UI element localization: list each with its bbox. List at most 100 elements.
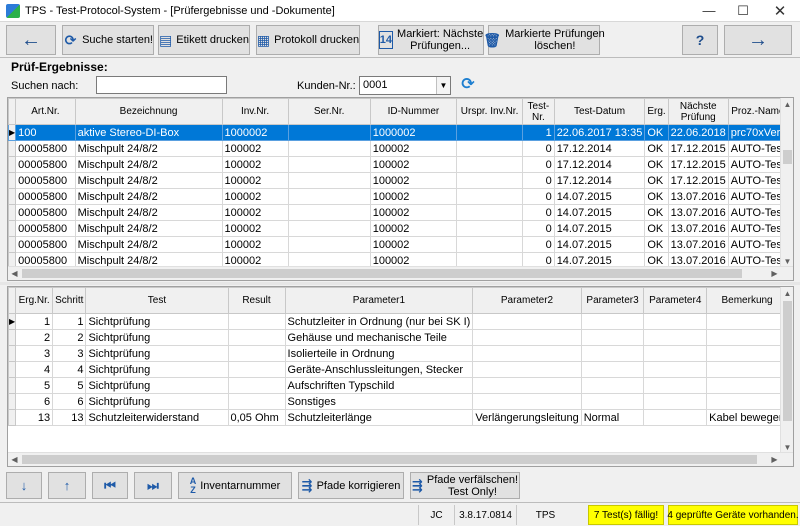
table-cell[interactable]	[472, 361, 582, 378]
label-print-button[interactable]: ▤ Etikett drucken	[158, 25, 250, 55]
table-cell[interactable]	[227, 345, 286, 362]
table-cell[interactable]	[580, 345, 645, 362]
table-cell[interactable]: 13.07.2016	[667, 236, 729, 253]
table-cell[interactable]: 100002	[369, 220, 458, 237]
back-button[interactable]: ←	[6, 25, 56, 55]
table-cell[interactable]: Sichtprüfung	[85, 313, 229, 330]
inventory-sort-button[interactable]: AZ Inventarnummer	[178, 472, 292, 499]
table-cell[interactable]: 00005800	[15, 220, 76, 237]
table-cell[interactable]: AUTO-Test	[727, 156, 789, 173]
table-row[interactable]: 3 3 Sichtprüfung Isolierteile in Ordnung	[8, 345, 793, 362]
table-cell[interactable]	[456, 204, 524, 221]
steps-hscroll[interactable]: ◀ ▶	[8, 452, 793, 466]
table-cell[interactable]: 00005800	[15, 140, 76, 157]
column-header[interactable]: Erg.Nr.	[15, 287, 54, 314]
table-cell[interactable]: 17.12.2015	[667, 140, 729, 157]
table-cell[interactable]: Sichtprüfung	[85, 345, 229, 362]
table-cell[interactable]	[456, 172, 524, 189]
table-cell[interactable]: 100002	[221, 236, 289, 253]
column-header[interactable]: Erg.	[644, 98, 669, 125]
table-cell[interactable]	[287, 124, 371, 141]
table-cell[interactable]	[287, 172, 371, 189]
table-cell[interactable]: Schutzleiterlänge	[284, 409, 474, 426]
close-button[interactable]: ✕	[760, 0, 800, 22]
table-cell[interactable]: Mischpult 24/8/2	[74, 188, 223, 205]
chevron-down-icon[interactable]: ▼	[436, 77, 450, 94]
table-cell[interactable]	[643, 313, 708, 330]
table-cell[interactable]: 17.12.2015	[667, 172, 729, 189]
table-cell[interactable]: 13.07.2016	[667, 204, 729, 221]
table-cell[interactable]: 13.07.2016	[667, 220, 729, 237]
table-cell[interactable]: OK	[644, 140, 669, 157]
table-cell[interactable]: 5	[52, 377, 87, 394]
table-cell[interactable]	[706, 345, 788, 362]
hscroll-thumb[interactable]	[22, 269, 742, 278]
table-row[interactable]: ▶ 100 aktive Stereo-DI-Box 1000002 1000002 1 2…	[8, 124, 793, 141]
row-indicator[interactable]	[8, 409, 17, 426]
scroll-up-icon[interactable]: ▲	[781, 287, 793, 300]
column-header[interactable]: Bezeichnung	[74, 98, 223, 125]
table-row[interactable]: 00005800 Mischpult 24/8/2 100002 100002 0 17.…	[8, 172, 793, 189]
table-cell[interactable]: 22.06.2018	[667, 124, 729, 141]
table-cell[interactable]	[472, 377, 582, 394]
table-cell[interactable]	[706, 377, 788, 394]
table-cell[interactable]: prc70xVerl	[727, 124, 789, 141]
table-cell[interactable]: 4	[15, 361, 54, 378]
splitter[interactable]	[0, 282, 800, 285]
table-cell[interactable]: OK	[644, 124, 669, 141]
row-indicator[interactable]	[8, 393, 17, 410]
table-cell[interactable]: 0	[522, 204, 555, 221]
table-cell[interactable]	[456, 236, 524, 253]
table-cell[interactable]: 4	[52, 361, 87, 378]
table-row[interactable]: 5 5 Sichtprüfung Aufschriften Typschild	[8, 377, 793, 394]
table-cell[interactable]	[287, 188, 371, 205]
table-cell[interactable]	[706, 329, 788, 346]
column-header[interactable]: Urspr. Inv.Nr.	[456, 98, 524, 125]
column-header[interactable]: Bemerkung	[706, 287, 788, 314]
table-cell[interactable]: 1	[52, 313, 87, 330]
table-cell[interactable]: 2	[52, 329, 87, 346]
table-cell[interactable]: 17.12.2014	[553, 140, 646, 157]
table-cell[interactable]: 6	[15, 393, 54, 410]
table-cell[interactable]: 0,05 Ohm	[227, 409, 286, 426]
table-cell[interactable]: 00005800	[15, 188, 76, 205]
table-cell[interactable]: OK	[644, 172, 669, 189]
scroll-up-icon[interactable]: ▲	[781, 98, 793, 111]
table-cell[interactable]: Mischpult 24/8/2	[74, 204, 223, 221]
table-cell[interactable]: Normal	[580, 409, 645, 426]
table-cell[interactable]	[472, 345, 582, 362]
column-header[interactable]: Ser.Nr.	[287, 98, 371, 125]
table-cell[interactable]: 14.07.2015	[553, 204, 646, 221]
table-cell[interactable]	[227, 313, 286, 330]
table-cell[interactable]: Mischpult 24/8/2	[74, 236, 223, 253]
table-cell[interactable]	[472, 329, 582, 346]
table-cell[interactable]	[472, 393, 582, 410]
column-header[interactable]: Parameter1	[284, 287, 474, 314]
column-header[interactable]: Result	[227, 287, 286, 314]
table-cell[interactable]: AUTO-Test	[727, 220, 789, 237]
table-cell[interactable]: 0	[522, 220, 555, 237]
customer-select[interactable]: 0001 ▼	[359, 76, 451, 95]
table-cell[interactable]: 1000002	[369, 124, 458, 141]
results-vscroll[interactable]: ▲ ▼	[780, 98, 793, 268]
scroll-right-icon[interactable]: ▶	[768, 267, 781, 280]
table-row[interactable]: 13 13 Schutzleiterwiderstand 0,05 Ohm Schutz…	[8, 409, 793, 426]
table-cell[interactable]: 3	[52, 345, 87, 362]
table-cell[interactable]: OK	[644, 204, 669, 221]
table-cell[interactable]	[456, 156, 524, 173]
table-cell[interactable]: 100002	[221, 188, 289, 205]
table-cell[interactable]	[643, 377, 708, 394]
table-cell[interactable]	[706, 393, 788, 410]
table-cell[interactable]	[287, 220, 371, 237]
table-cell[interactable]: 1	[15, 313, 54, 330]
table-cell[interactable]: 100002	[369, 172, 458, 189]
steps-vscroll[interactable]: ▲ ▼	[780, 287, 793, 454]
table-row[interactable]: 4 4 Sichtprüfung Geräte-Anschlussleitungen,…	[8, 361, 793, 378]
table-cell[interactable]: OK	[644, 236, 669, 253]
table-cell[interactable]: Sichtprüfung	[85, 393, 229, 410]
column-header[interactable]: Test	[85, 287, 229, 314]
search-input[interactable]	[96, 76, 227, 94]
row-indicator[interactable]	[8, 377, 17, 394]
table-row[interactable]: ▶ 1 1 Sichtprüfung Schutzleiter in Ordnung (…	[8, 313, 793, 330]
fix-paths-button[interactable]: ⇶ Pfade korrigieren	[298, 472, 404, 499]
